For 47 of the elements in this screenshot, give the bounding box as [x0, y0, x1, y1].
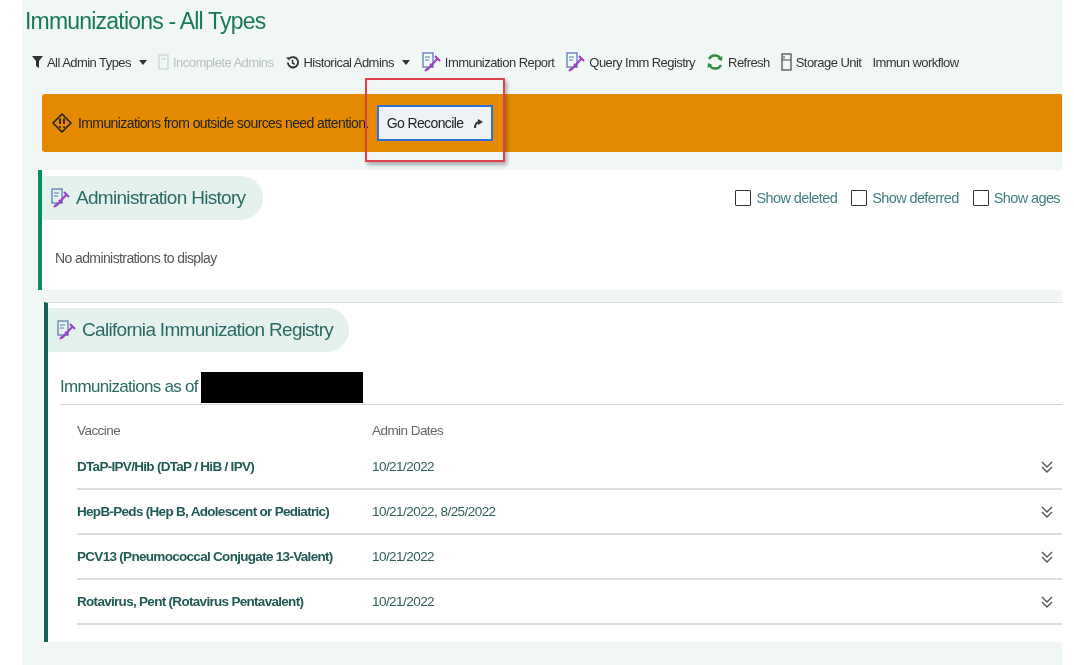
- syringe-document-icon: [50, 188, 70, 208]
- dropdown-caret-icon[interactable]: [139, 59, 147, 65]
- checkbox[interactable]: [851, 190, 868, 206]
- toolbar-button[interactable]: Query Imm Registry: [565, 52, 696, 72]
- toolbar-button[interactable]: Storage Unit: [780, 53, 862, 71]
- checkbox-label[interactable]: Show deleted: [756, 190, 838, 206]
- external-link-arrow-icon: [473, 117, 484, 129]
- checkbox[interactable]: [735, 190, 752, 206]
- checkbox-label[interactable]: Show deferred: [872, 190, 959, 206]
- checkbox[interactable]: [972, 190, 989, 206]
- toolbar-button[interactable]: Immunization Report: [420, 52, 555, 72]
- vaccine-name: HepB-Peds (Hep B, Adolescent or Pediatric): [77, 504, 331, 519]
- syringe-document-icon: [565, 52, 586, 72]
- storage-unit-icon: [780, 53, 792, 71]
- dropdown-caret-icon[interactable]: [401, 59, 410, 65]
- toolbar-button[interactable]: All Admin Types: [32, 54, 131, 70]
- toolbar-button[interactable]: Historical Admins: [284, 54, 394, 70]
- expand-chevron-icon[interactable]: [1041, 595, 1053, 608]
- vaccine-name: Rotavirus, Pent (Rotavirus Pentavalent): [77, 594, 305, 609]
- syringe-document-icon: [420, 52, 441, 72]
- warning-icon: [52, 113, 72, 133]
- page-title: Immunizations - All Types: [24, 7, 267, 36]
- admin-dates: 10/21/2022: [372, 594, 436, 609]
- expand-chevron-icon[interactable]: [1041, 505, 1053, 518]
- expand-chevron-icon[interactable]: [1041, 550, 1053, 563]
- column-header: Admin Dates: [372, 422, 445, 438]
- admin-dates: 10/21/2022: [372, 459, 436, 474]
- refresh-icon: [706, 53, 725, 71]
- toolbar-button[interactable]: Immun workflow: [872, 54, 959, 70]
- section-title: Administration History: [76, 187, 246, 209]
- go-reconcile-button[interactable]: Go Reconcile: [376, 105, 494, 141]
- expand-chevron-icon[interactable]: [1041, 460, 1053, 473]
- checkbox-label[interactable]: Show ages: [993, 190, 1060, 206]
- vaccine-name: PCV13 (Pneumococcal Conjugate 13-Valent): [77, 549, 334, 564]
- toolbar-button[interactable]: Refresh: [706, 53, 770, 71]
- section-title: California Immunization Registry: [82, 319, 334, 341]
- vaccine-name: DTaP-IPV/Hib (DTaP / HiB / IPV): [77, 459, 256, 474]
- history-icon: [284, 54, 300, 70]
- admin-dates: 10/21/2022, 8/25/2022: [372, 504, 497, 519]
- admin-dates: 10/21/2022: [372, 549, 436, 564]
- filter-icon: [32, 55, 43, 69]
- alert-message: Immunizations from outside sources need attention.: [78, 115, 369, 131]
- column-header: Vaccine: [77, 422, 122, 438]
- syringe-document-icon: [56, 320, 76, 340]
- document-icon: [158, 54, 169, 70]
- as-of-label: Immunizations as of: [60, 377, 198, 397]
- empty-message: No administrations to display: [55, 250, 218, 266]
